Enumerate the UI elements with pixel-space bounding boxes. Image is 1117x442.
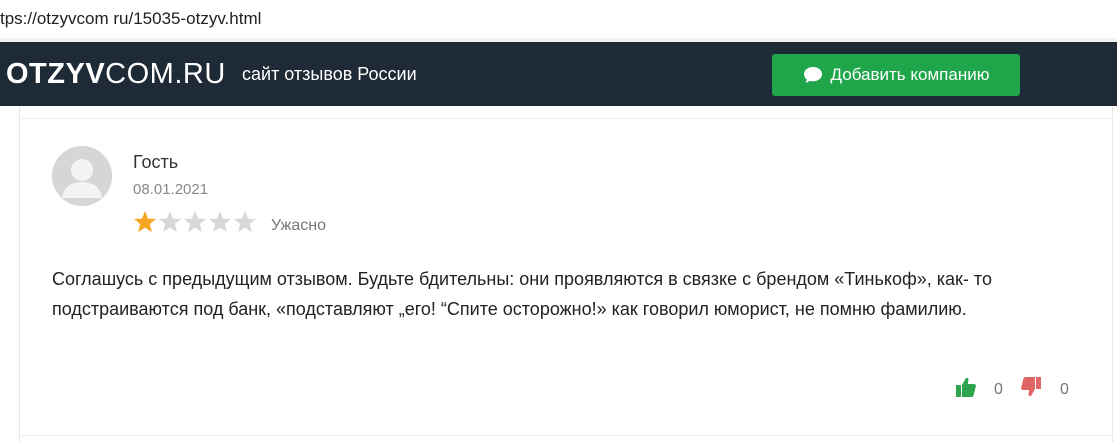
review-date: 08.01.2021 — [133, 181, 209, 198]
review-text: Соглашусь с предыдущим отзывом. Будьте б… — [52, 269, 992, 319]
add-company-button[interactable]: Добавить компанию — [772, 54, 1020, 96]
rating-label: Ужасно — [271, 217, 326, 234]
site-logo[interactable]: OTZYVCOM.RU — [6, 59, 226, 89]
star-empty-icon — [209, 211, 231, 232]
card-border-right — [1112, 106, 1113, 442]
star-filled-icon — [134, 211, 156, 232]
browser-address-bar[interactable]: tps://otzyvcom ru/15035-otzyv.html — [0, 0, 1117, 39]
card-border-left — [19, 106, 20, 442]
star-empty-icon — [184, 211, 206, 232]
site-header: OTZYVCOM.RU сайт отзывов России Добавить… — [0, 42, 1117, 106]
chat-bubble-icon — [803, 66, 823, 84]
star-empty-icon — [234, 211, 256, 232]
review-author: Гость — [133, 152, 179, 172]
site-tagline: сайт отзывов России — [242, 64, 417, 84]
star-empty-icon — [159, 211, 181, 232]
thumbs-up-icon[interactable] — [955, 376, 977, 403]
avatar-icon — [52, 146, 112, 206]
card-divider-top — [19, 118, 1113, 119]
rating-stars — [133, 210, 258, 233]
url-text[interactable]: tps://otzyvcom ru/15035-otzyv.html — [0, 9, 261, 29]
dislike-count: 0 — [1060, 381, 1069, 398]
review-card: Гость 08.01.2021 Ужасно Соглашусь с пред… — [0, 106, 1117, 442]
card-divider-bottom — [19, 435, 1113, 436]
logo-thin-part: COM.RU — [105, 58, 226, 90]
add-company-label: Добавить компанию — [830, 65, 990, 84]
like-count: 0 — [994, 381, 1003, 398]
thumbs-down-icon[interactable] — [1020, 376, 1042, 403]
logo-bold-part: OTZYV — [6, 58, 106, 90]
